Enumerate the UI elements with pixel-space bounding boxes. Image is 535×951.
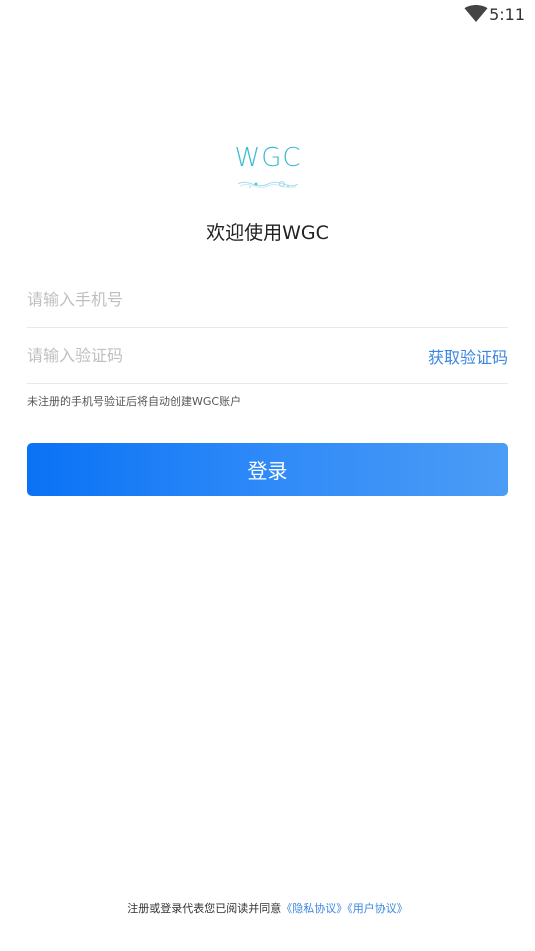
wifi-icon bbox=[464, 5, 488, 23]
verification-code-input[interactable] bbox=[27, 328, 407, 382]
get-code-button[interactable]: 获取验证码 bbox=[428, 344, 508, 368]
status-time: 5:11 bbox=[489, 5, 525, 24]
status-bar: 5:11 bbox=[0, 0, 535, 30]
logo-text: WGC bbox=[234, 143, 302, 173]
login-button[interactable]: 登录 bbox=[27, 443, 508, 496]
code-field-row: 获取验证码 bbox=[27, 328, 508, 384]
app-logo: WGC bbox=[232, 143, 304, 195]
phone-field-row bbox=[27, 272, 508, 328]
welcome-title: 欢迎使用WGC bbox=[206, 222, 329, 244]
phone-input[interactable] bbox=[27, 272, 407, 326]
privacy-agreement-link[interactable]: 《隐私协议》 bbox=[281, 902, 347, 915]
user-agreement-link[interactable]: 《用户协议》 bbox=[347, 902, 408, 915]
agreement-prefix: 注册或登录代表您已阅读并同意 bbox=[127, 902, 282, 915]
agreement-text: 注册或登录代表您已阅读并同意《隐私协议》《用户协议》 bbox=[0, 900, 535, 916]
registration-hint: 未注册的手机号验证后将自动创建WGC账户 bbox=[27, 395, 242, 408]
logo-wave-graphic bbox=[237, 181, 299, 188]
